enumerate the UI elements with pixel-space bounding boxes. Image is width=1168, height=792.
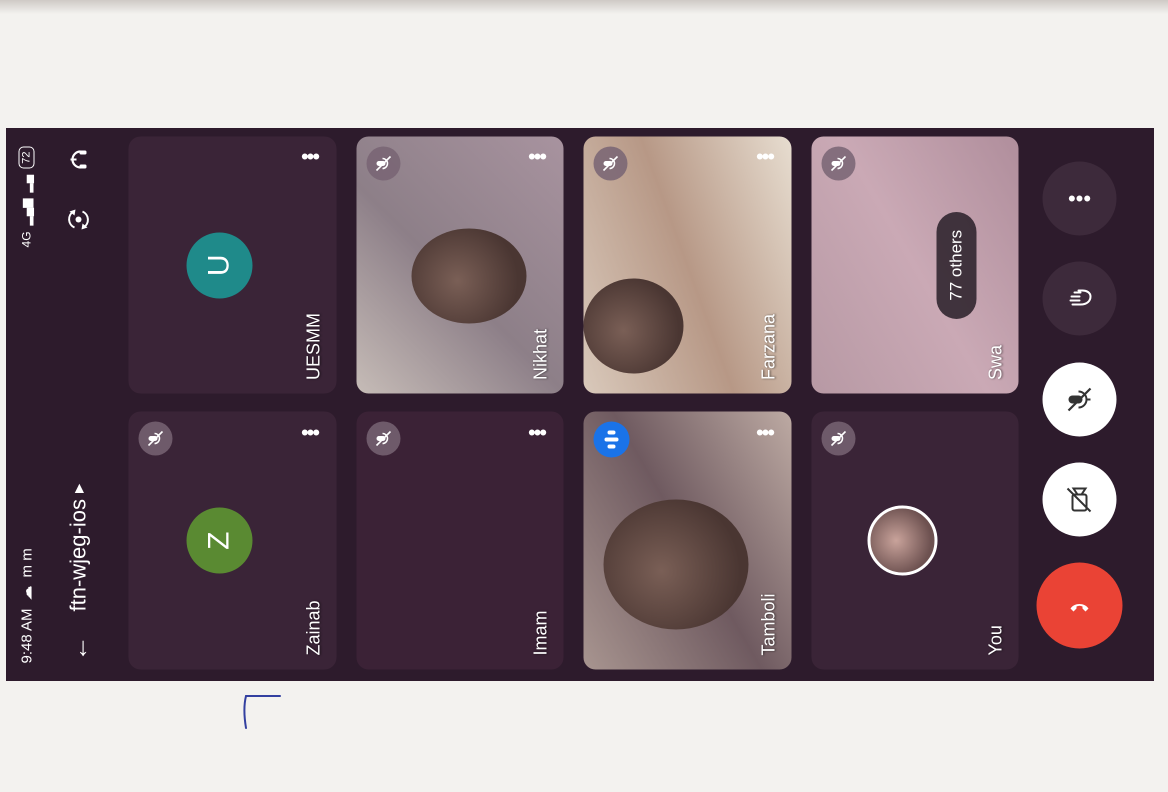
participant-tile-you[interactable]: You <box>810 411 1018 669</box>
mic-toggle-button[interactable] <box>1042 361 1116 436</box>
signal-icon: ▂▄▆ <box>19 197 33 225</box>
participant-name: Tamboli <box>757 592 778 655</box>
end-call-button[interactable] <box>1036 561 1122 648</box>
speaking-indicator-icon <box>593 421 629 458</box>
mic-off-icon <box>365 421 400 456</box>
participant-name: Swa <box>985 344 1005 380</box>
mic-off-icon <box>820 146 855 180</box>
participant-tile-tamboli[interactable]: Tamboli ••• <box>583 411 791 669</box>
participant-name: You <box>985 624 1005 655</box>
participant-name: UESMM <box>302 312 323 380</box>
more-options-icon[interactable]: ••• <box>527 144 544 170</box>
camera-toggle-button[interactable] <box>1042 461 1116 536</box>
more-options-icon[interactable]: ••• <box>527 419 544 445</box>
camera-off-icon <box>1066 486 1091 512</box>
status-bar: 9:48 AM ☁ m m 4G ▂▄▆ ▂▄ 72 <box>6 128 46 681</box>
participant-name: Nikhat <box>530 328 550 380</box>
video-feed <box>410 228 526 324</box>
raise-hand-button[interactable] <box>1042 261 1116 336</box>
more-options-icon[interactable]: ••• <box>755 144 772 170</box>
call-controls: ••• <box>1024 128 1134 681</box>
participant-tile-zainab[interactable]: Z Zainab ••• <box>128 411 336 669</box>
network-label: 4G <box>19 230 33 247</box>
cloud-icon: ☁ <box>18 584 35 600</box>
video-feed <box>603 499 748 629</box>
hand-icon <box>1069 289 1092 306</box>
signal-icon-2: ▂▄ <box>19 174 33 192</box>
switch-camera-icon[interactable] <box>63 204 93 234</box>
participant-tile-imam[interactable]: Imam ••• <box>355 411 563 669</box>
more-options-icon[interactable]: ••• <box>300 144 317 170</box>
status-extra: m m <box>17 547 35 577</box>
participant-name: Zainab <box>302 599 323 655</box>
participant-tile-others[interactable]: Swa 77 others <box>810 136 1018 394</box>
more-options-icon[interactable]: ••• <box>755 419 772 445</box>
more-actions-button[interactable]: ••• <box>1042 161 1116 236</box>
meeting-code: ftn-wjeg-ios <box>65 498 90 611</box>
more-vert-icon: ••• <box>1067 185 1091 211</box>
participant-tile-uesmm[interactable]: U UESMM ••• <box>128 136 336 394</box>
participant-tile-farzana[interactable]: Farzana ••• <box>583 136 791 394</box>
mic-off-icon <box>593 146 627 180</box>
meet-call-screen: 9:48 AM ☁ m m 4G ▂▄▆ ▂▄ 72 ← ftn-wjeg-io… <box>6 128 1154 681</box>
mic-off-icon <box>138 421 172 456</box>
avatar: Z <box>186 507 253 574</box>
caret-right-icon: ▶ <box>71 483 85 493</box>
audio-output-icon[interactable] <box>63 144 93 174</box>
mic-off-icon <box>820 421 855 456</box>
phone-screen-frame: 9:48 AM ☁ m m 4G ▂▄▆ ▂▄ 72 ← ftn-wjeg-io… <box>6 128 1154 681</box>
mic-off-icon <box>1067 386 1091 411</box>
more-options-icon[interactable]: ••• <box>300 419 317 445</box>
meeting-code-button[interactable]: ftn-wjeg-ios ▶ <box>65 483 91 611</box>
back-arrow-icon[interactable]: ← <box>61 631 95 665</box>
paper-edge <box>0 0 1168 14</box>
participant-tile-nikhat[interactable]: Nikhat ••• <box>355 136 563 394</box>
battery-indicator: 72 <box>18 146 34 169</box>
phone-hangup-icon <box>1070 603 1088 611</box>
pen-mark <box>243 695 281 729</box>
mic-off-icon <box>365 146 400 180</box>
others-count-badge[interactable]: 77 others <box>936 211 976 319</box>
avatar: U <box>186 231 253 298</box>
meeting-header: ← ftn-wjeg-ios ▶ <box>46 128 110 681</box>
avatar <box>866 505 937 576</box>
participant-name: Imam <box>530 610 550 655</box>
status-time: 9:48 AM <box>17 607 35 663</box>
participant-grid: Z Zainab ••• U UESMM ••• Imam ••• Nikhat… <box>128 136 1018 669</box>
video-feed <box>583 278 683 374</box>
participant-name: Farzana <box>757 313 778 380</box>
